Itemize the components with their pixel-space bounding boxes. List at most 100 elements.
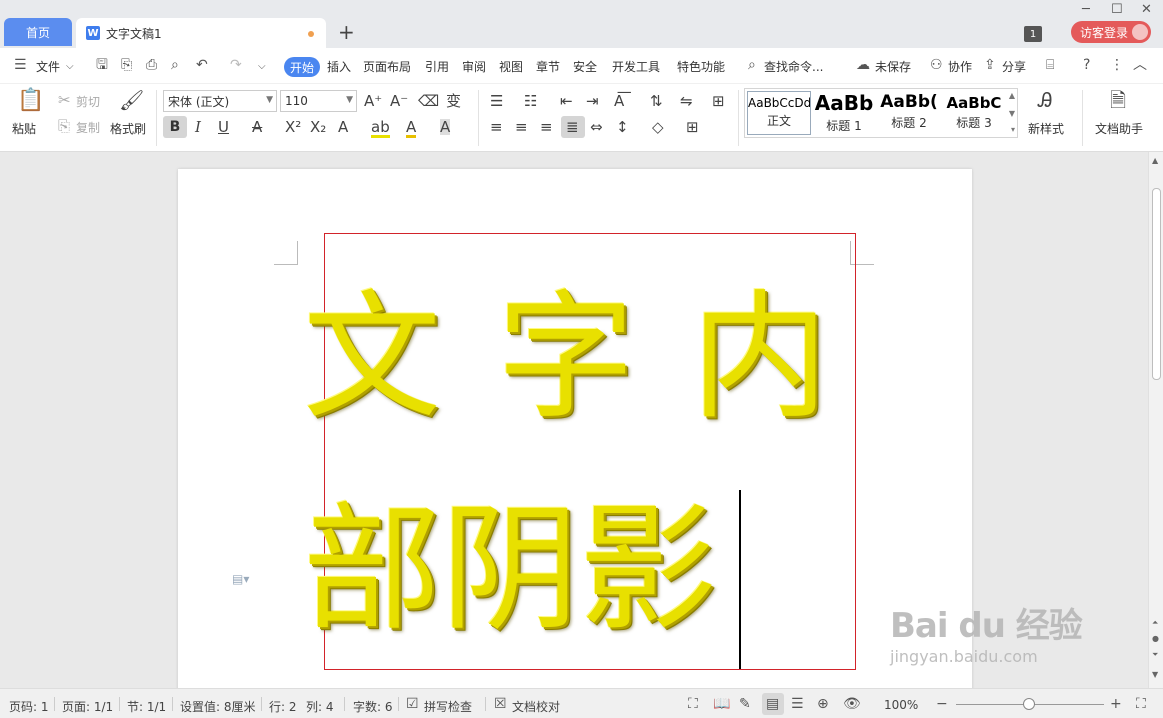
highlight-button[interactable]: ab <box>371 119 390 138</box>
style-heading-2[interactable]: AaBb( 标题 2 <box>877 91 941 135</box>
spell-check-button[interactable]: 拼写检查 <box>424 698 472 715</box>
increase-indent-icon[interactable]: ⇥ <box>586 93 599 109</box>
new-tab-button[interactable]: + <box>338 22 355 42</box>
save-icon[interactable]: 🖫 <box>96 58 108 72</box>
table-border-icon[interactable]: ⊞ <box>712 93 725 109</box>
paste-icon[interactable]: 📋 <box>17 90 44 112</box>
subscript-button[interactable]: X₂ <box>310 119 326 135</box>
font-size-select[interactable]: 110 ▼ <box>280 90 357 112</box>
guest-login-button[interactable]: 访客登录 <box>1071 21 1151 43</box>
status-row[interactable]: 行: 2 <box>269 698 297 715</box>
status-setting-value[interactable]: 设置值: 8厘米 <box>180 698 256 715</box>
tab-home[interactable]: 首页 <box>4 18 72 46</box>
outline-view-icon[interactable]: ☰ <box>791 696 804 712</box>
hamburger-icon[interactable]: ☰ <box>14 58 27 72</box>
maximize-button[interactable]: ☐ <box>1111 2 1123 17</box>
vertical-scrollbar[interactable]: ▲ ⏶ ● ⏷ ▼ <box>1148 152 1163 688</box>
tab-review[interactable]: 审阅 <box>462 58 486 75</box>
strikethrough-button[interactable]: A <box>252 119 262 135</box>
tab-security[interactable]: 安全 <box>573 58 597 75</box>
edit-pen-icon[interactable]: ✎ <box>739 696 751 712</box>
underline-button[interactable]: U <box>218 119 229 135</box>
print-icon[interactable]: ⎙ <box>146 58 157 72</box>
gallery-scroll-down-icon[interactable]: ▼ <box>1009 109 1015 118</box>
style-normal[interactable]: AaBbCcDd 正文 <box>747 91 811 135</box>
bullet-list-icon[interactable]: ☰ <box>490 93 503 109</box>
zoom-in-icon[interactable]: + <box>1110 696 1122 712</box>
line-spacing-icon[interactable]: ↕ <box>616 119 629 135</box>
menu-file[interactable]: 文件 <box>36 58 60 75</box>
font-color-button[interactable]: A <box>406 119 417 138</box>
status-word-count[interactable]: 字数: 6 <box>353 698 393 715</box>
zoom-out-icon[interactable]: − <box>936 696 948 712</box>
clear-format-icon[interactable]: ⌫ <box>418 93 439 109</box>
prev-page-icon[interactable]: ⏶ <box>1152 618 1158 628</box>
minimize-button[interactable]: ─ <box>1082 2 1090 17</box>
print-preview-icon[interactable]: ⌕ <box>171 58 179 72</box>
bold-button[interactable]: B <box>163 116 187 138</box>
zoom-level[interactable]: 100% <box>884 698 918 712</box>
eye-protect-icon[interactable]: 👁 <box>843 696 861 712</box>
char-shading-button[interactable]: A <box>440 119 451 135</box>
export-icon[interactable]: ⎘ <box>121 58 132 72</box>
align-right-icon[interactable]: ≡ <box>540 119 553 135</box>
close-button[interactable]: ✕ <box>1141 2 1152 17</box>
tab-developer[interactable]: 开发工具 <box>612 58 660 75</box>
shadow-text-line-2[interactable]: 部阴影 <box>303 501 717 639</box>
gallery-scroll-up-icon[interactable]: ▲ <box>1009 91 1015 100</box>
italic-button[interactable]: I <box>195 119 201 135</box>
tab-insert[interactable]: 插入 <box>327 58 351 75</box>
copy-button[interactable]: 复制 <box>76 119 100 136</box>
align-center-icon[interactable]: ≡ <box>515 119 528 135</box>
fullscreen-icon[interactable]: ⛶ <box>688 696 698 712</box>
new-style-button[interactable]: 新样式 <box>1028 120 1064 137</box>
toolbar-toggle-icon[interactable]: ⌸ <box>1046 58 1054 72</box>
tab-references[interactable]: 引用 <box>425 58 449 75</box>
reading-mode-icon[interactable]: 📖 <box>713 696 730 712</box>
decrease-font-icon[interactable]: A⁻ <box>390 93 408 109</box>
paste-button[interactable]: 粘贴 <box>12 120 36 137</box>
style-heading-1[interactable]: AaBb 标题 1 <box>812 91 876 135</box>
redo-icon[interactable]: ↷ <box>230 58 242 72</box>
style-heading-3[interactable]: AaBbC 标题 3 <box>942 91 1006 135</box>
next-page-icon[interactable]: ⏷ <box>1152 650 1158 660</box>
more-icon[interactable]: ⋮ <box>1110 58 1124 72</box>
collapse-ribbon-icon[interactable]: ︿ <box>1133 58 1147 72</box>
scrollbar-thumb[interactable] <box>1152 188 1161 380</box>
shadow-text-line-1[interactable]: 文 字 内 <box>303 289 835 427</box>
font-name-select[interactable]: 宋体 (正文) ▼ <box>163 90 277 112</box>
status-col[interactable]: 列: 4 <box>306 698 334 715</box>
status-section[interactable]: 节: 1/1 <box>127 698 166 715</box>
align-left-icon[interactable]: ≡ <box>490 119 503 135</box>
fit-page-icon[interactable]: ⛶ <box>1136 696 1146 712</box>
format-painter-button[interactable]: 格式刷 <box>110 120 146 137</box>
chevron-down-icon[interactable]: ⌵ <box>66 60 74 74</box>
document-page[interactable]: 文 字 内 部阴影 <box>178 169 972 688</box>
collab-button[interactable]: 协作 <box>948 58 972 75</box>
phonetic-icon[interactable]: 变 <box>446 93 461 109</box>
shading-icon[interactable]: ◇ <box>652 119 664 135</box>
increase-font-icon[interactable]: A⁺ <box>364 93 382 109</box>
tab-page-layout[interactable]: 页面布局 <box>363 58 411 75</box>
tab-home-ribbon[interactable]: 开始 <box>284 57 320 77</box>
scroll-up-icon[interactable]: ▲ <box>1152 156 1158 165</box>
chinese-layout-icon[interactable]: A͞ <box>614 93 624 109</box>
sort-icon[interactable]: ⇅ <box>650 93 663 109</box>
superscript-button[interactable]: X² <box>285 119 301 135</box>
tab-document[interactable]: W 文字文稿1 <box>76 18 326 48</box>
decrease-indent-icon[interactable]: ⇤ <box>560 93 573 109</box>
distribute-icon[interactable]: ⇔ <box>590 119 603 135</box>
numbered-list-icon[interactable]: ☷ <box>524 93 537 109</box>
web-view-icon[interactable]: ⊕ <box>817 696 829 712</box>
status-page-code[interactable]: 页码: 1 <box>9 698 49 715</box>
select-browse-icon[interactable]: ● <box>1152 634 1159 643</box>
scroll-down-icon[interactable]: ▼ <box>1152 670 1158 679</box>
undo-icon[interactable]: ↶ <box>196 58 208 72</box>
tab-view[interactable]: 视图 <box>499 58 523 75</box>
tab-chapter[interactable]: 章节 <box>536 58 560 75</box>
borders-icon[interactable]: ⊞ <box>686 119 699 135</box>
proofread-button[interactable]: 文档校对 <box>512 698 560 715</box>
share-button[interactable]: 分享 <box>1002 58 1026 75</box>
unsaved-status[interactable]: 未保存 <box>875 58 911 75</box>
window-count-badge[interactable]: 1 <box>1024 26 1042 42</box>
